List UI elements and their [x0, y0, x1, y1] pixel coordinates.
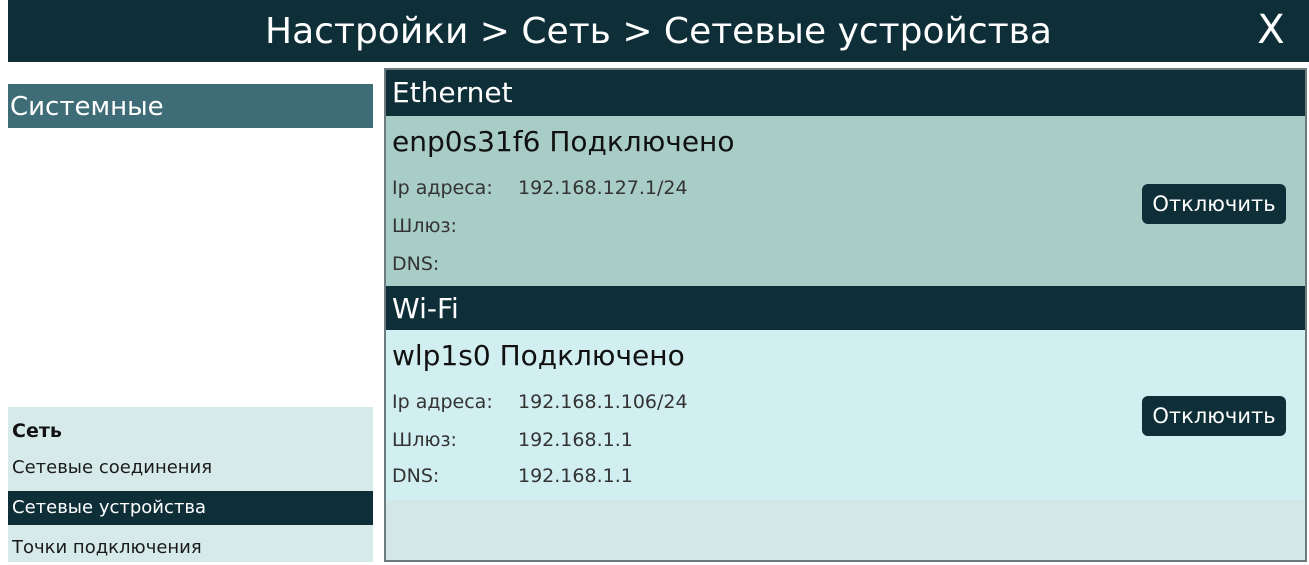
ip-label: Ip адреса: [392, 177, 493, 199]
close-icon[interactable]: X [1251, 8, 1291, 52]
device-name: enp0s31f6 Подключено [392, 125, 735, 158]
sidebar-item-network-connections[interactable]: Сетевые соединения [8, 451, 373, 485]
gateway-row: Шлюз: [392, 214, 518, 238]
gateway-label: Шлюз: [392, 429, 457, 451]
sidebar-item-label: Точки подключения [12, 537, 202, 558]
ip-row: Ip адреса: 192.168.127.1/24 [392, 176, 688, 200]
gateway-row: Шлюз: 192.168.1.1 [392, 428, 633, 452]
title-bar: Настройки > Сеть > Сетевые устройства X [8, 0, 1309, 62]
device-card-ethernet: enp0s31f6 Подключено Ip адреса: 192.168.1… [386, 116, 1305, 286]
sidebar-item-label: Сетевые устройства [12, 497, 207, 518]
disconnect-button[interactable]: Отключить [1142, 184, 1286, 224]
sidebar-category-label: Системные [10, 92, 164, 122]
dns-row: DNS: 192.168.1.1 [392, 464, 633, 488]
section-header-wifi: Wi-Fi [386, 286, 1305, 330]
ip-value: 192.168.127.1/24 [518, 177, 688, 199]
sidebar-category-system[interactable]: Системные [8, 84, 373, 128]
ip-row: Ip адреса: 192.168.1.106/24 [392, 390, 688, 414]
device-card-wifi: wlp1s0 Подключено Ip адреса: 192.168.1.10… [386, 330, 1305, 500]
section-title: Wi-Fi [392, 292, 459, 325]
sidebar-section-heading: Сеть [12, 420, 62, 442]
section-title: Ethernet [392, 76, 513, 109]
dns-row: DNS: [392, 252, 518, 276]
ip-label: Ip адреса: [392, 391, 493, 413]
sidebar-network-group: Сеть Сетевые соединения Сетевые устройст… [8, 407, 373, 562]
sidebar-item-access-points[interactable]: Точки подключения [8, 531, 373, 565]
gateway-value: 192.168.1.1 [518, 429, 633, 451]
disconnect-button[interactable]: Отключить [1142, 396, 1286, 436]
dns-label: DNS: [392, 253, 440, 275]
gateway-label: Шлюз: [392, 215, 457, 237]
dns-value: 192.168.1.1 [518, 465, 633, 487]
sidebar-item-network-devices[interactable]: Сетевые устройства [8, 491, 373, 525]
device-name: wlp1s0 Подключено [392, 339, 685, 372]
page-title: Настройки > Сеть > Сетевые устройства [265, 11, 1052, 52]
section-header-ethernet: Ethernet [386, 70, 1305, 116]
devices-panel: Ethernet enp0s31f6 Подключено Ip адреса:… [384, 68, 1307, 562]
sidebar-item-label: Сетевые соединения [12, 457, 213, 478]
dns-label: DNS: [392, 465, 440, 487]
ip-value: 192.168.1.106/24 [518, 391, 688, 413]
